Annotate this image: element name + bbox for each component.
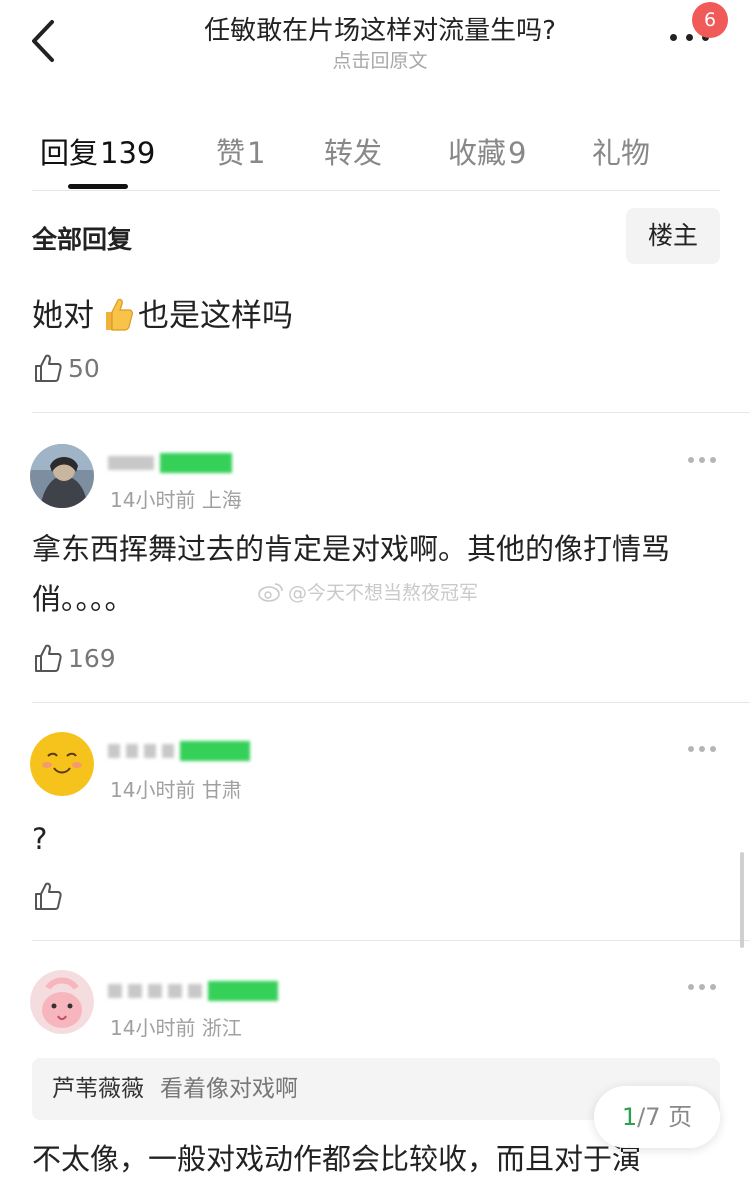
- watermark: @今天不想当熬夜冠军: [258, 578, 478, 605]
- comment-text: 拿东西挥舞过去的肯定是对戏啊。其他的像打情骂俏。。。。: [32, 532, 671, 616]
- op-text-before: 她对: [32, 298, 94, 334]
- comment-time: 14小时前: [110, 1016, 196, 1040]
- comment-like-button[interactable]: 169: [32, 640, 116, 676]
- all-replies-heading: 全部回复: [32, 225, 133, 254]
- tab-gifts[interactable]: 礼物: [592, 130, 650, 172]
- op-post-text: 她对 也是这样吗: [32, 290, 293, 335]
- tab-count: 139: [100, 136, 156, 170]
- comment-location: 浙江: [201, 1016, 242, 1040]
- comment-meta: 14小时前 上海: [110, 484, 242, 513]
- tab-reposts[interactable]: 转发: [324, 130, 382, 172]
- tab-label: 赞: [216, 136, 246, 170]
- thumbs-up-emoji-icon: [106, 298, 133, 331]
- current-page: 1: [621, 1103, 638, 1131]
- op-only-button[interactable]: 楼主: [626, 208, 720, 264]
- thumbs-up-icon: [35, 644, 62, 672]
- comment-more-button[interactable]: [688, 744, 718, 754]
- tab-label: 礼物: [592, 136, 651, 170]
- post-divider: [32, 412, 750, 413]
- post-title: 任敏敢在片场这样对流量生吗?: [204, 16, 556, 46]
- quoted-text: 看着像对戏啊: [160, 1076, 298, 1102]
- weibo-logo-icon: [258, 583, 283, 602]
- tab-label: 收藏: [448, 136, 507, 170]
- comment-meta: 14小时前 甘肃: [110, 774, 242, 803]
- comment-divider: [32, 940, 750, 941]
- comment-time: 14小时前: [110, 778, 196, 802]
- active-tab-indicator: [68, 184, 128, 189]
- avatar[interactable]: [30, 970, 94, 1034]
- avatar[interactable]: [30, 732, 94, 796]
- username-blurred[interactable]: [108, 452, 232, 474]
- tab-favorites[interactable]: 收藏9: [448, 130, 526, 172]
- thumbs-up-icon: [35, 882, 62, 910]
- total-pages: /7: [637, 1103, 661, 1131]
- comment-text: ?: [32, 822, 48, 856]
- username-blurred[interactable]: [108, 740, 250, 762]
- tab-label: 回复: [40, 136, 99, 170]
- tab-label: 转发: [324, 136, 383, 170]
- comment-meta: 14小时前 浙江: [110, 1012, 242, 1041]
- avatar-image: [30, 970, 94, 1034]
- back-button[interactable]: [22, 16, 66, 66]
- comment-location: 甘肃: [201, 778, 242, 802]
- scrollbar-thumb[interactable]: [740, 852, 744, 948]
- comment-more-button[interactable]: [688, 455, 718, 465]
- tab-likes[interactable]: 赞1: [216, 130, 265, 172]
- comment-time: 14小时前: [110, 488, 196, 512]
- avatar[interactable]: [30, 444, 94, 508]
- tab-replies[interactable]: 回复139: [40, 130, 155, 172]
- like-count: 169: [68, 643, 116, 673]
- page-indicator[interactable]: 1/7 页: [594, 1086, 720, 1148]
- tab-count: 1: [247, 136, 266, 170]
- back-to-original-link[interactable]: 点击回原文: [120, 46, 640, 73]
- chevron-left-icon: [32, 20, 54, 62]
- watermark-text: @今天不想当熬夜冠军: [288, 582, 479, 604]
- comment-divider: [32, 702, 750, 703]
- top-bar: 任敏敢在片场这样对流量生吗? 点击回原文 6: [0, 0, 750, 90]
- quoted-author[interactable]: 芦苇薇薇: [52, 1076, 144, 1102]
- like-count: 50: [68, 353, 100, 383]
- notification-badge: 6: [692, 2, 728, 38]
- page-unit: 页: [668, 1103, 693, 1131]
- tabs-divider: [32, 190, 720, 191]
- comment-like-button[interactable]: [32, 878, 64, 914]
- comment-location: 上海: [201, 488, 242, 512]
- avatar-image: [30, 732, 94, 796]
- username-blurred[interactable]: [108, 980, 278, 1002]
- op-text-after: 也是这样吗: [138, 298, 293, 334]
- tab-count: 9: [508, 136, 527, 170]
- op-like-button[interactable]: 50: [32, 350, 100, 386]
- avatar-image: [30, 444, 94, 508]
- comment-more-button[interactable]: [688, 982, 718, 992]
- thumbs-up-icon: [35, 354, 62, 382]
- tab-bar: 回复139 赞1 转发 收藏9 礼物: [0, 118, 750, 192]
